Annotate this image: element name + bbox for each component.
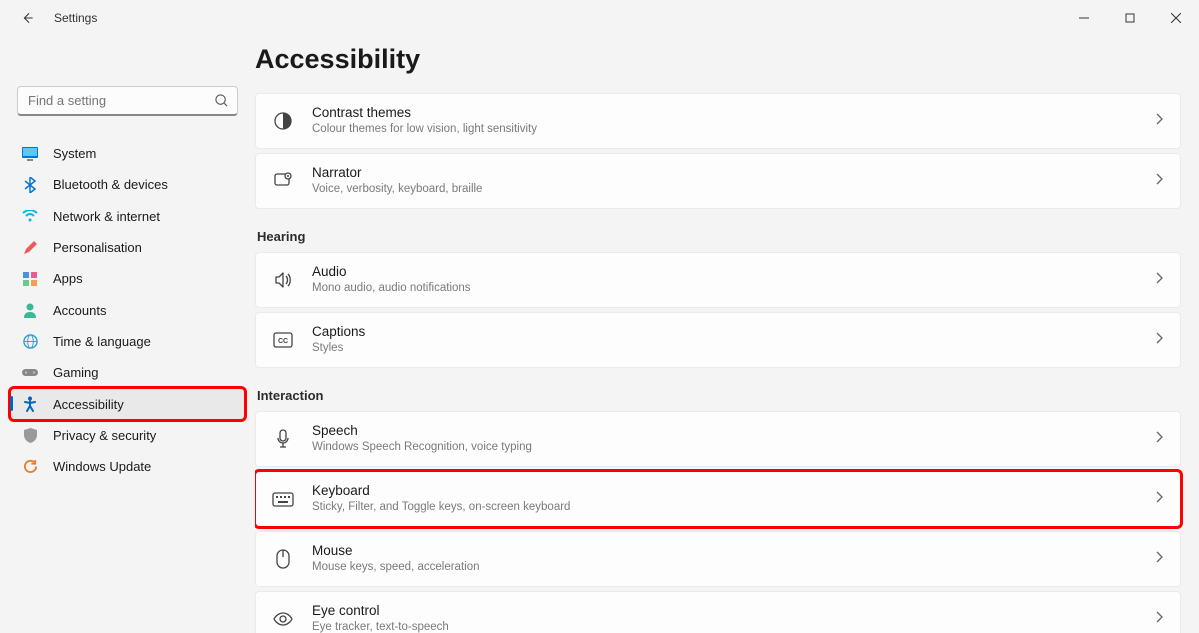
sidebar-item-system[interactable]: System <box>10 138 245 169</box>
eye-icon <box>272 608 294 630</box>
card-title: Narrator <box>312 165 1154 181</box>
chevron-right-icon <box>1154 490 1164 509</box>
mouse-icon <box>272 548 294 570</box>
sidebar-item-label: Windows Update <box>53 459 151 474</box>
search-input[interactable] <box>17 86 238 116</box>
back-button[interactable] <box>18 9 36 27</box>
chevron-right-icon <box>1154 112 1164 131</box>
speaker-icon <box>272 269 294 291</box>
sidebar-item-label: Accessibility <box>53 397 124 412</box>
card-sub: Styles <box>312 341 1154 356</box>
chevron-right-icon <box>1154 430 1164 449</box>
sidebar-item-time[interactable]: Time & language <box>10 326 245 357</box>
sidebar-item-personalisation[interactable]: Personalisation <box>10 232 245 263</box>
person-icon <box>22 302 38 318</box>
search-icon <box>214 93 229 113</box>
shield-icon <box>22 427 38 443</box>
chevron-right-icon <box>1154 550 1164 569</box>
cc-icon: CC <box>272 329 294 351</box>
sidebar-item-label: Accounts <box>53 303 106 318</box>
bluetooth-icon <box>22 177 38 193</box>
card-title: Contrast themes <box>312 105 1154 121</box>
card-eye-control[interactable]: Eye control Eye tracker, text-to-speech <box>255 591 1181 633</box>
maximize-button[interactable] <box>1107 0 1153 36</box>
sidebar-item-apps[interactable]: Apps <box>10 263 245 294</box>
card-sub: Mouse keys, speed, acceleration <box>312 560 1154 575</box>
card-captions[interactable]: CC Captions Styles <box>255 312 1181 368</box>
sidebar-item-update[interactable]: Windows Update <box>10 451 245 482</box>
card-mouse[interactable]: Mouse Mouse keys, speed, acceleration <box>255 531 1181 587</box>
app-title: Settings <box>54 11 97 25</box>
card-contrast-themes[interactable]: Contrast themes Colour themes for low vi… <box>255 93 1181 149</box>
sidebar-item-privacy[interactable]: Privacy & security <box>10 420 245 451</box>
card-sub: Mono audio, audio notifications <box>312 281 1154 296</box>
card-sub: Windows Speech Recognition, voice typing <box>312 440 1154 455</box>
card-title: Audio <box>312 264 1154 280</box>
sidebar-item-label: System <box>53 146 96 161</box>
system-icon <box>22 146 38 162</box>
sidebar-item-label: Network & internet <box>53 209 160 224</box>
minimize-button[interactable] <box>1061 0 1107 36</box>
section-interaction: Interaction <box>257 388 1181 403</box>
sidebar-item-label: Time & language <box>53 334 151 349</box>
update-icon <box>22 459 38 475</box>
chevron-right-icon <box>1154 331 1164 350</box>
sidebar-item-label: Personalisation <box>53 240 142 255</box>
card-narrator[interactable]: Narrator Voice, verbosity, keyboard, bra… <box>255 153 1181 209</box>
sidebar-item-label: Gaming <box>53 365 99 380</box>
sidebar-item-accounts[interactable]: Accounts <box>10 294 245 325</box>
sidebar-item-gaming[interactable]: Gaming <box>10 357 245 388</box>
card-title: Eye control <box>312 603 1154 619</box>
card-title: Captions <box>312 324 1154 340</box>
sidebar-item-label: Apps <box>53 271 83 286</box>
card-speech[interactable]: Speech Windows Speech Recognition, voice… <box>255 411 1181 467</box>
page-title: Accessibility <box>255 44 1181 75</box>
sidebar-item-bluetooth[interactable]: Bluetooth & devices <box>10 169 245 200</box>
card-sub: Colour themes for low vision, light sens… <box>312 122 1154 137</box>
sidebar-item-label: Bluetooth & devices <box>53 177 168 192</box>
chevron-right-icon <box>1154 172 1164 191</box>
wifi-icon <box>22 208 38 224</box>
card-audio[interactable]: Audio Mono audio, audio notifications <box>255 252 1181 308</box>
keyboard-icon <box>272 488 294 510</box>
narrator-icon <box>272 170 294 192</box>
gamepad-icon <box>22 365 38 381</box>
apps-icon <box>22 271 38 287</box>
brush-icon <box>22 240 38 256</box>
chevron-right-icon <box>1154 271 1164 290</box>
chevron-right-icon <box>1154 610 1164 629</box>
sidebar-item-label: Privacy & security <box>53 428 156 443</box>
card-sub: Eye tracker, text-to-speech <box>312 620 1154 633</box>
section-hearing: Hearing <box>257 229 1181 244</box>
sidebar-item-accessibility[interactable]: Accessibility <box>10 388 245 419</box>
card-keyboard[interactable]: Keyboard Sticky, Filter, and Toggle keys… <box>255 471 1181 527</box>
close-button[interactable] <box>1153 0 1199 36</box>
mic-icon <box>272 428 294 450</box>
card-title: Speech <box>312 423 1154 439</box>
card-title: Keyboard <box>312 483 1154 499</box>
globe-icon <box>22 333 38 349</box>
sidebar-item-network[interactable]: Network & internet <box>10 201 245 232</box>
card-title: Mouse <box>312 543 1154 559</box>
card-sub: Sticky, Filter, and Toggle keys, on-scre… <box>312 500 1154 515</box>
svg-text:CC: CC <box>278 338 288 345</box>
contrast-icon <box>272 110 294 132</box>
accessibility-icon <box>22 396 38 412</box>
card-sub: Voice, verbosity, keyboard, braille <box>312 182 1154 197</box>
